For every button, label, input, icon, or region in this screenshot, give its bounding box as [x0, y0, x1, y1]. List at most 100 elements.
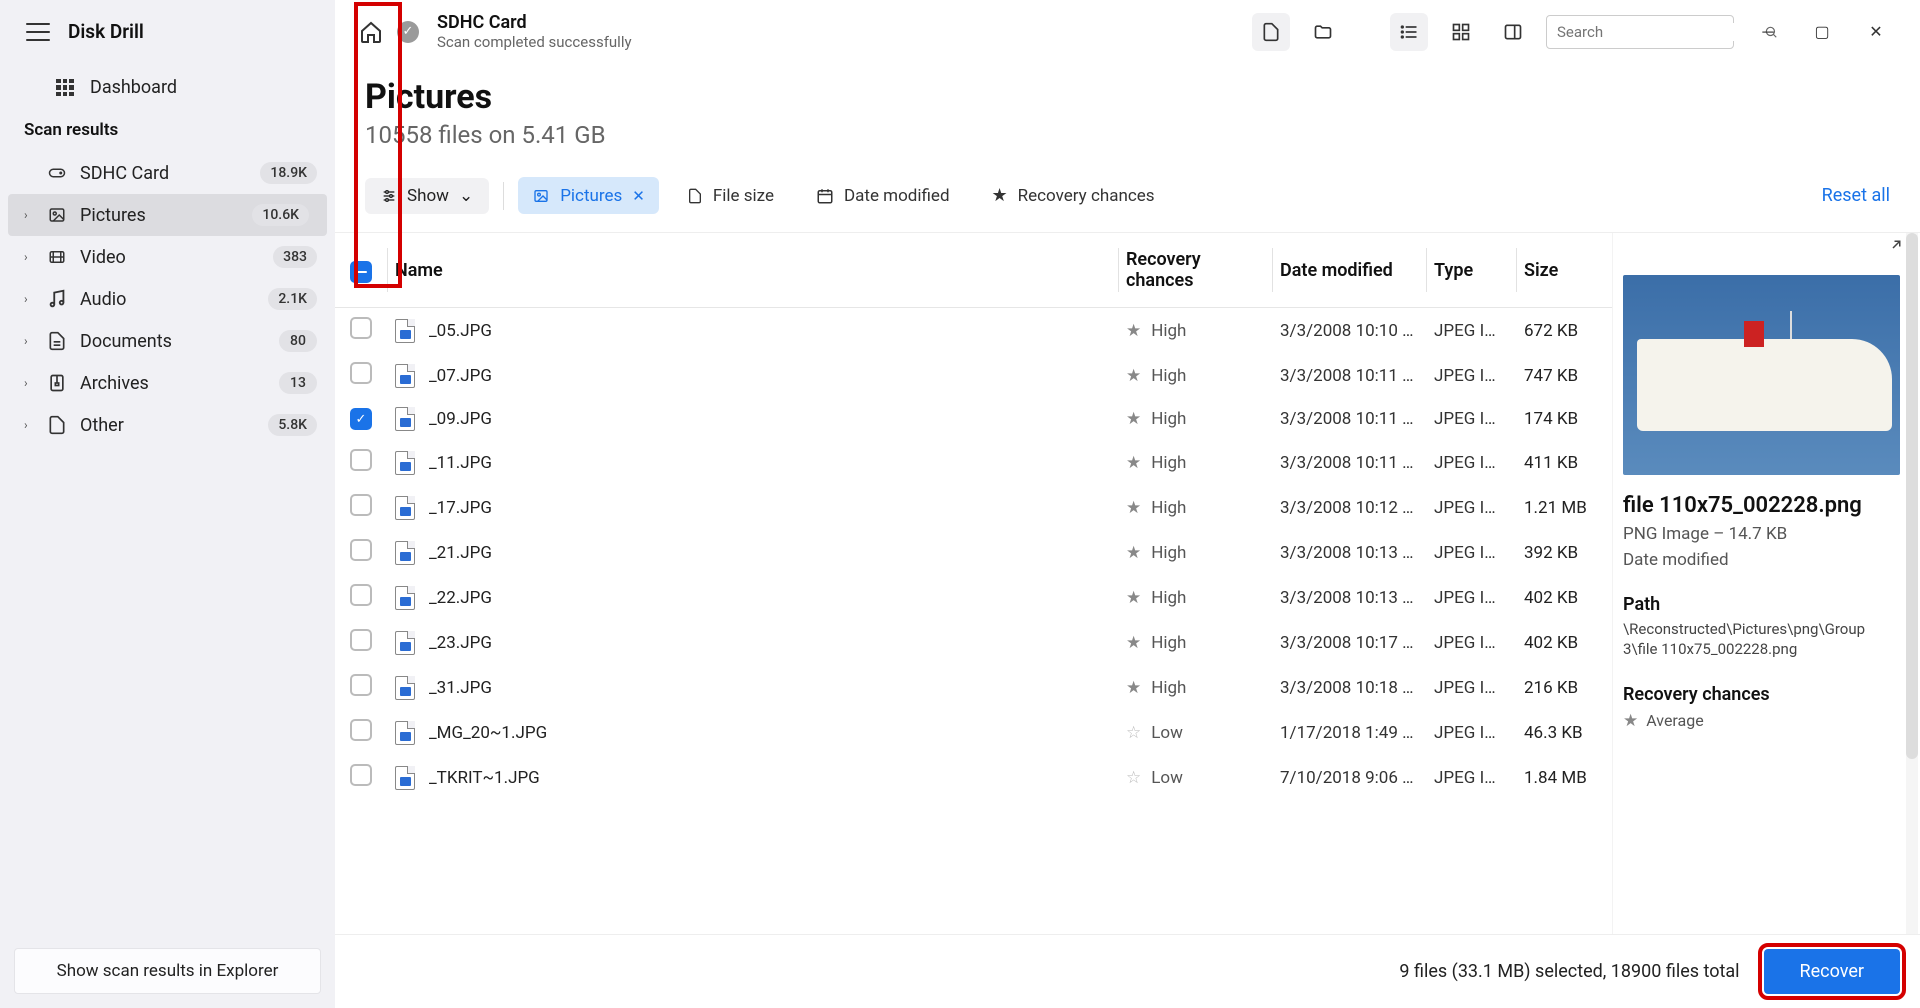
sidebar-item-label: SDHC Card [80, 163, 248, 184]
sidebar-item-badge: 2.1K [268, 288, 317, 310]
minimize-button[interactable]: ─ [1748, 15, 1788, 49]
row-checkbox[interactable] [350, 317, 372, 339]
close-icon[interactable]: ✕ [632, 187, 645, 205]
filter-chip-recovery-chances[interactable]: ★Recovery chances [978, 177, 1169, 214]
preview-path-label: Path [1623, 594, 1900, 615]
dashboard-icon [56, 79, 74, 97]
star-icon: ★ [1126, 498, 1141, 518]
star-icon: ★ [1126, 409, 1141, 429]
filter-chip-date-modified[interactable]: Date modified [802, 177, 964, 214]
file-name: _07.JPG [429, 366, 492, 386]
file-type: JPEG Im... [1434, 723, 1508, 743]
sidebar-item-badge: 18.9K [260, 162, 317, 184]
reset-all-link[interactable]: Reset all [1822, 185, 1890, 206]
row-checkbox[interactable] [350, 362, 372, 384]
sidebar-item-pictures[interactable]: ›Pictures10.6K [8, 194, 327, 236]
date-modified: 3/3/2008 10:12 PM [1280, 498, 1418, 518]
sidebar-item-video[interactable]: ›Video383 [0, 236, 335, 278]
row-checkbox[interactable] [350, 674, 372, 696]
pictures-icon [532, 188, 550, 204]
file-icon-button[interactable] [1252, 13, 1290, 51]
calendar-icon [816, 187, 834, 205]
sidebar-item-sdhc-card[interactable]: ›SDHC Card18.9K [0, 152, 335, 194]
row-checkbox[interactable] [350, 719, 372, 741]
divider [503, 182, 504, 210]
show-in-explorer-button[interactable]: Show scan results in Explorer [14, 948, 321, 994]
filter-chip-label: Recovery chances [1018, 186, 1155, 206]
table-row[interactable]: _MG_20~1.JPG☆Low1/17/2018 1:49 PMJPEG Im… [335, 710, 1612, 755]
file-type-icon [395, 364, 415, 388]
table-row[interactable]: _TKRIT~1.JPG☆Low7/10/2018 9:06 A...JPEG … [335, 755, 1612, 800]
grid-view-icon[interactable] [1442, 13, 1480, 51]
filter-chip-label: Date modified [844, 186, 950, 206]
page-title: Pictures [365, 77, 1890, 117]
date-modified: 7/10/2018 9:06 A... [1280, 768, 1418, 788]
row-checkbox[interactable] [350, 539, 372, 561]
row-checkbox[interactable] [350, 764, 372, 786]
sidebar-item-documents[interactable]: ›Documents80 [0, 320, 335, 362]
sidebar-item-label: Other [80, 415, 256, 436]
bottom-bar: 9 files (33.1 MB) selected, 18900 files … [335, 934, 1920, 1008]
table-row[interactable]: _17.JPG★High3/3/2008 10:12 PMJPEG Im...1… [335, 485, 1612, 530]
show-filter-button[interactable]: Show ⌄ [365, 178, 489, 214]
column-header-date-modified[interactable]: Date modified [1272, 233, 1426, 308]
video-icon [46, 246, 68, 268]
file-size: 402 KB [1516, 620, 1612, 665]
row-checkbox[interactable] [350, 449, 372, 471]
sidebar-item-archives[interactable]: ›Archives13 [0, 362, 335, 404]
recovery-chance: High [1151, 498, 1186, 518]
table-row[interactable]: _22.JPG★High3/3/2008 10:13 PMJPEG Im...4… [335, 575, 1612, 620]
table-row[interactable]: _23.JPG★High3/3/2008 10:17 PMJPEG Im...4… [335, 620, 1612, 665]
row-checkbox[interactable] [350, 584, 372, 606]
documents-icon [46, 330, 68, 352]
filter-chip-file-size[interactable]: File size [673, 177, 788, 214]
scan-status-icon: ✓ [397, 21, 419, 43]
table-row[interactable]: _11.JPG★High3/3/2008 10:11 PMJPEG Im...4… [335, 440, 1612, 485]
menu-icon[interactable] [26, 23, 50, 41]
sidebar-item-label: Audio [80, 289, 256, 310]
select-all-checkbox[interactable] [350, 261, 372, 283]
row-checkbox[interactable]: ✓ [350, 408, 372, 430]
home-icon[interactable] [359, 20, 383, 44]
sidebar-item-dashboard[interactable]: Dashboard [0, 67, 335, 116]
recovery-chance: High [1151, 321, 1186, 341]
search-input[interactable] [1557, 23, 1756, 41]
file-size: 672 KB [1516, 308, 1612, 354]
sidebar-item-other[interactable]: ›Other5.8K [0, 404, 335, 446]
star-icon: ★ [1126, 633, 1141, 653]
date-modified: 3/3/2008 10:17 PM [1280, 633, 1418, 653]
folder-icon-button[interactable] [1304, 13, 1342, 51]
file-size: 402 KB [1516, 575, 1612, 620]
sidebar-footer: Show scan results in Explorer [0, 934, 335, 1008]
sidebar-item-audio[interactable]: ›Audio2.1K [0, 278, 335, 320]
file-type-icon [395, 407, 415, 431]
column-header-type[interactable]: Type [1426, 233, 1516, 308]
search-box[interactable] [1546, 15, 1734, 49]
filter-chip-pictures[interactable]: Pictures✕ [518, 177, 659, 214]
expand-icon[interactable] [1884, 239, 1902, 257]
column-header-size[interactable]: Size [1516, 233, 1612, 308]
table-row[interactable]: _21.JPG★High3/3/2008 10:13 PMJPEG Im...3… [335, 530, 1612, 575]
panel-view-icon[interactable] [1494, 13, 1532, 51]
table-row[interactable]: _07.JPG★High3/3/2008 10:11 PMJPEG Im...7… [335, 353, 1612, 398]
preview-chance-label: Recovery chances [1623, 684, 1900, 705]
column-header-recovery-chances[interactable]: Recovery chances [1118, 233, 1272, 308]
close-button[interactable]: ✕ [1856, 15, 1896, 49]
preview-scrollbar[interactable] [1906, 233, 1918, 934]
table-row[interactable]: _05.JPG★High3/3/2008 10:10 PMJPEG Im...6… [335, 308, 1612, 354]
column-header-name[interactable]: Name [387, 233, 1118, 308]
dashboard-label: Dashboard [90, 77, 177, 98]
file-type-icon [395, 586, 415, 610]
row-checkbox[interactable] [350, 629, 372, 651]
table-row[interactable]: _31.JPG★High3/3/2008 10:18 PMJPEG Im...2… [335, 665, 1612, 710]
drive-icon [46, 162, 68, 184]
maximize-button[interactable]: ▢ [1802, 15, 1842, 49]
audio-icon [46, 288, 68, 310]
page-subtitle: 10558 files on 5.41 GB [365, 121, 1890, 149]
recover-button[interactable]: Recover [1764, 949, 1900, 994]
star-icon: ★ [1126, 588, 1141, 608]
row-checkbox[interactable] [350, 494, 372, 516]
list-view-icon[interactable] [1390, 13, 1428, 51]
table-row[interactable]: ✓_09.JPG★High3/3/2008 10:11 PMJPEG Im...… [335, 398, 1612, 440]
file-name: _09.JPG [429, 409, 492, 429]
